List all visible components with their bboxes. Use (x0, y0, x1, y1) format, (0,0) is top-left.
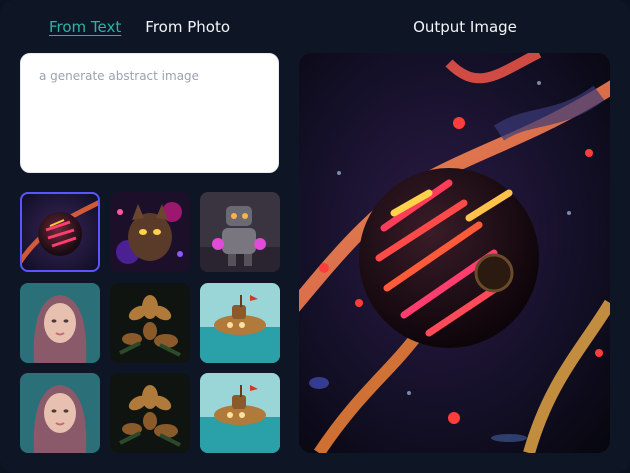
app-frame: From Text From Photo Output Image (0, 0, 630, 473)
submarine-image (200, 373, 280, 453)
output-image (299, 53, 610, 453)
metal-flowers-image (110, 373, 190, 453)
woman-portrait-image (20, 373, 100, 453)
robot-image (200, 192, 280, 272)
neon-cat-image (110, 192, 190, 272)
prompt-box (20, 53, 279, 173)
thumbnail-submarine-2[interactable] (200, 373, 280, 453)
output-title: Output Image (413, 18, 517, 36)
thumbnail-submarine[interactable] (200, 283, 280, 363)
submarine-image (200, 283, 280, 363)
thumbnail-neon-cat[interactable] (110, 192, 190, 272)
thumbnail-metal-flowers[interactable] (110, 283, 190, 363)
output-heading-wrap: Output Image (0, 17, 630, 37)
woman-portrait-image (20, 283, 100, 363)
prompt-input[interactable] (39, 68, 260, 158)
thumbnail-woman-portrait[interactable] (20, 283, 100, 363)
thumbnail-abstract-sphere[interactable] (20, 192, 100, 272)
thumbnail-robot[interactable] (200, 192, 280, 272)
metal-flowers-image (110, 283, 190, 363)
thumbnail-woman-portrait-2[interactable] (20, 373, 100, 453)
thumbnail-metal-flowers-2[interactable] (110, 373, 190, 453)
abstract-sphere-output-image (299, 53, 610, 453)
abstract-sphere-image (20, 192, 100, 272)
